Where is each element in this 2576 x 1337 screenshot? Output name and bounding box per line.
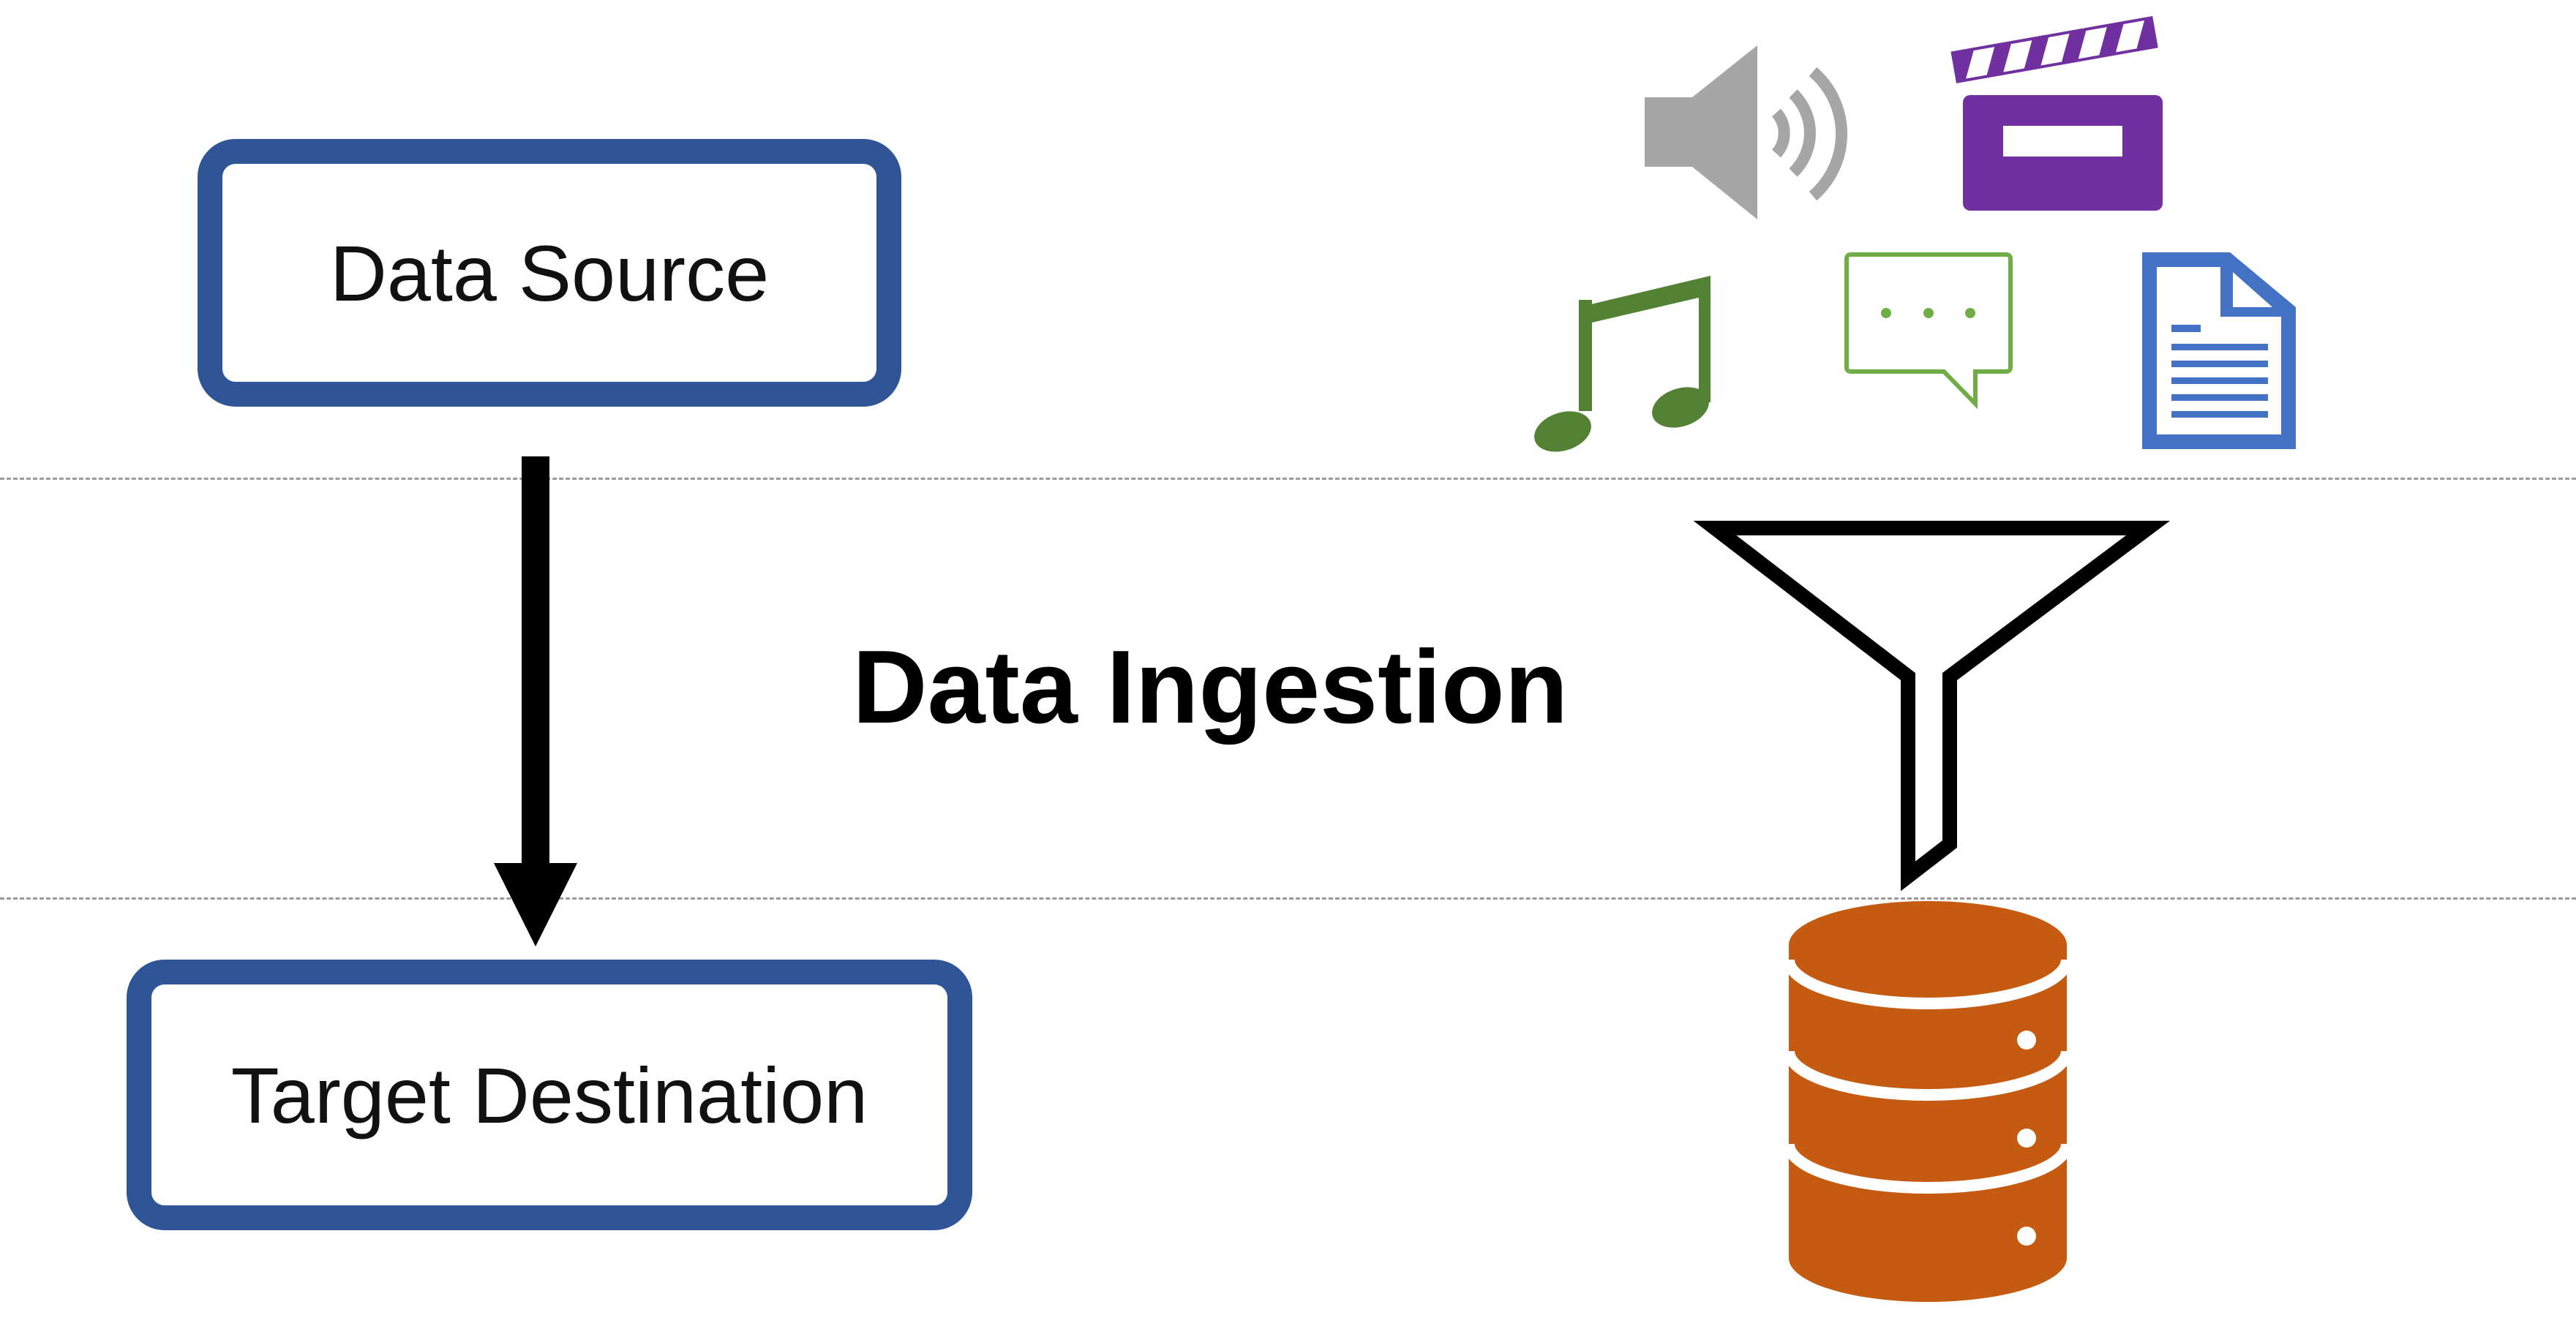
document-icon [2142, 252, 2296, 449]
database-icon [1783, 901, 2073, 1302]
speaker-icon [1645, 45, 1848, 219]
chat-bubble-icon [1844, 252, 2013, 410]
clapperboard-icon [1950, 15, 2163, 211]
music-note-icon [1534, 276, 1711, 452]
funnel-icon [1693, 521, 2171, 892]
down-arrow-icon [494, 456, 577, 946]
